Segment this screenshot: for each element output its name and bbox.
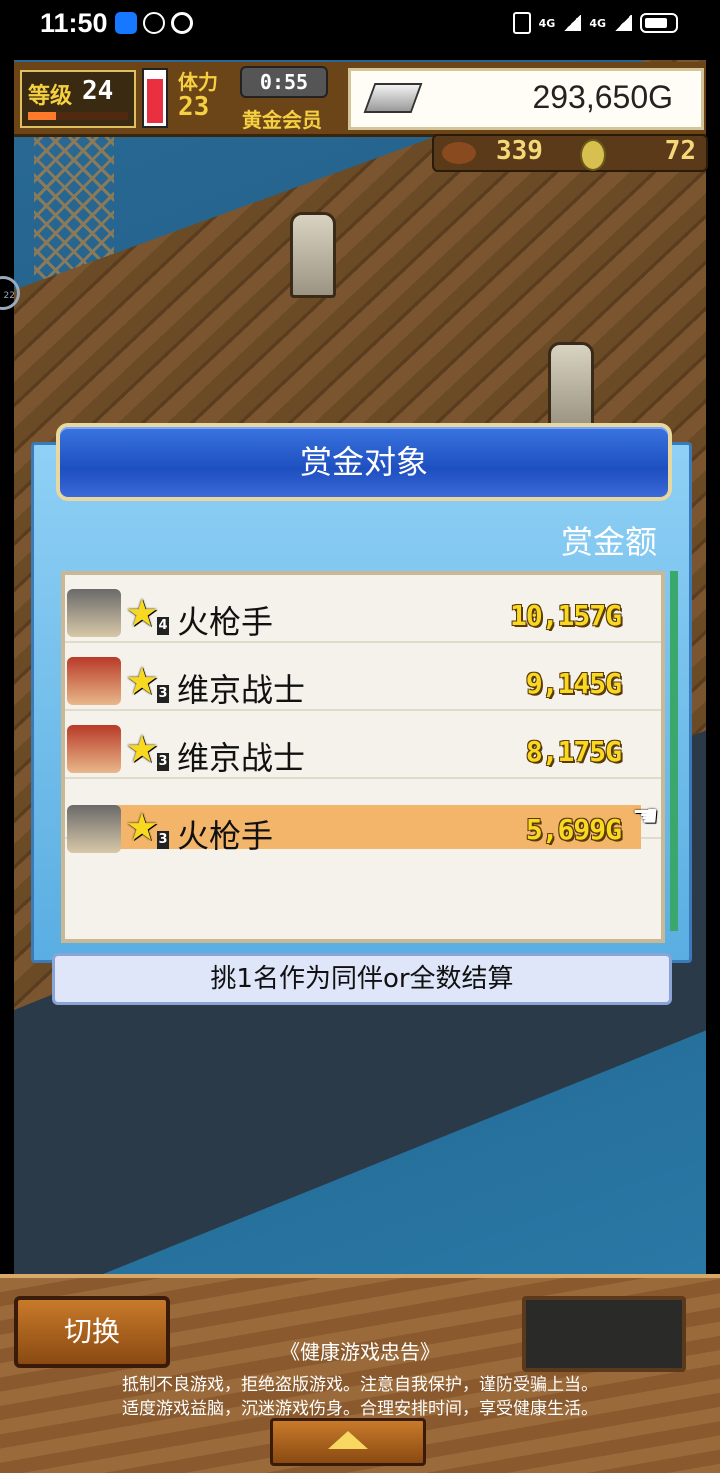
bounty-row[interactable]: ★ 4 火枪手 10,157G (65, 575, 661, 643)
bounty-row-selected[interactable]: ★ 3 火枪手 5,699G (65, 771, 661, 855)
expand-button[interactable] (270, 1418, 426, 1466)
alarm-icon (171, 12, 193, 34)
status-time: 11:50 (40, 8, 108, 38)
timer: 0:55 (240, 66, 328, 98)
food-count: 339 (496, 136, 543, 166)
signal-icon (563, 15, 582, 31)
exp-bar (28, 112, 128, 120)
bounty-amount-header: 赏金额 (560, 523, 657, 561)
bounty-name: 火枪手 (177, 603, 274, 641)
member-badge: 黄金会员 (242, 108, 322, 132)
bounty-row[interactable]: ★ 3 维京战士 9,145G (65, 643, 661, 711)
up-arrow-icon (328, 1431, 368, 1449)
bounty-dialog: 赏金对象 赏金额 ★ 4 火枪手 10,157G ★ 3 维京战士 9,145G… (31, 423, 692, 963)
bounty-name: 维京战士 (177, 671, 306, 709)
rank-badge: 4 (157, 617, 169, 635)
resource-bar: 339 72 (432, 134, 708, 172)
rank-badge: 3 (157, 831, 169, 849)
lantern (290, 212, 336, 298)
health-notice-line1: 抵制不良游戏，拒绝盗版游戏。注意自我保护，谨防受骗上当。 (122, 1375, 598, 1395)
instruction-bar: 挑1名作为同伴or全数结算 (52, 953, 672, 1005)
rank-badge: 3 (157, 685, 169, 703)
vibrate-icon (512, 12, 531, 34)
medal-count: 72 (664, 136, 696, 166)
lantern (548, 342, 594, 428)
medal-icon (580, 139, 606, 171)
bottom-panel: 切换 《健康游戏忠告》 抵制不良游戏，拒绝盗版游戏。注意自我保护，谨防受骗上当。… (0, 1274, 720, 1473)
bounty-name: 火枪手 (177, 817, 274, 855)
level-value: 24 (82, 76, 114, 106)
speed-icon (143, 12, 165, 34)
health-notice-title: 《健康游戏忠告》 (280, 1340, 440, 1364)
gold-value: 293,650G (532, 79, 673, 115)
bounty-value: 8,175G (525, 735, 622, 768)
signal-net1: 4G (538, 16, 556, 30)
bounty-value: 10,157G (509, 599, 622, 632)
viking-avatar (67, 657, 121, 705)
battery-icon (640, 13, 678, 33)
rank-badge: 3 (157, 753, 169, 771)
bounty-value: 9,145G (525, 667, 622, 700)
stamina-value: 23 (178, 92, 210, 122)
meat-icon (442, 142, 476, 164)
signal-icon (614, 15, 632, 31)
bounty-row[interactable]: ★ 3 维京战士 8,175G (65, 711, 661, 779)
silver-ingot-icon (363, 83, 423, 113)
gold-display: 293,650G (348, 68, 704, 130)
alipay-icon (115, 12, 137, 34)
hp-gauge (142, 68, 168, 128)
signal-net2: 4G (589, 16, 606, 30)
list-scrollbar[interactable] (670, 571, 678, 931)
viking-avatar (67, 725, 121, 773)
level-label: 等级 (28, 84, 73, 109)
gunner-avatar (67, 589, 121, 637)
level-box: 等级 24 (20, 70, 136, 128)
health-notice-line2: 适度游戏益脑，沉迷游戏伤身。合理安排时间，享受健康生活。 (122, 1399, 598, 1419)
stamina-label: 体力 (178, 70, 218, 94)
hand-pointer-icon: ☚ (632, 799, 659, 834)
gunner-avatar (67, 805, 121, 853)
bounty-value: 5,699G (525, 813, 622, 846)
status-bar: 11:50 4G 4G (0, 0, 720, 60)
bounty-list: ★ 4 火枪手 10,157G ★ 3 维京战士 9,145G ★ 3 维京战士… (61, 571, 665, 943)
dialog-title: 赏金对象 (56, 423, 672, 501)
top-hud: 等级 24 体力 23 0:55 黄金会员 293,650G (14, 62, 706, 137)
